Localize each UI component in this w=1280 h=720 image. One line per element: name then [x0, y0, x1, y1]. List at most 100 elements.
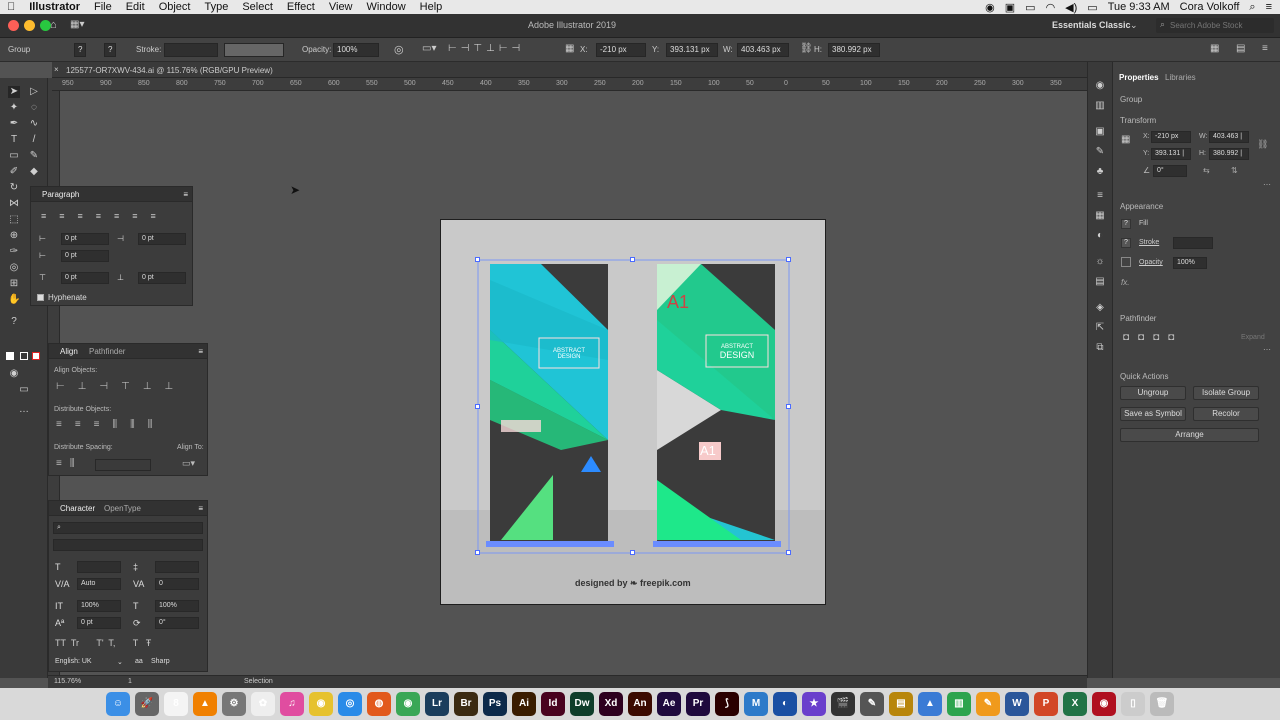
- camera-icon[interactable]: ▣: [1005, 1, 1015, 14]
- fill-color-icon[interactable]: [6, 352, 14, 360]
- align-objects-buttons[interactable]: ⊢⊥⊣⊤⊥⊥: [56, 381, 186, 392]
- link-icon[interactable]: ⛓: [1257, 139, 1268, 150]
- fill-swatch[interactable]: ?: [1121, 219, 1131, 229]
- dock-word-icon[interactable]: W: [1005, 692, 1029, 716]
- style-icon[interactable]: ◎: [394, 43, 404, 56]
- x-field[interactable]: -210 px: [1151, 131, 1191, 143]
- tab-opentype[interactable]: OpenType: [104, 504, 141, 513]
- dock-pages-icon[interactable]: ✎: [976, 692, 1000, 716]
- tab-properties[interactable]: Properties: [1119, 73, 1159, 82]
- menu-app[interactable]: Illustrator: [22, 1, 87, 13]
- selection-handle[interactable]: [475, 550, 480, 555]
- opacity-field[interactable]: 100%: [333, 43, 379, 57]
- menu-effect[interactable]: Effect: [280, 1, 322, 13]
- left-indent-field[interactable]: 0 pt: [61, 233, 109, 245]
- tab-align[interactable]: Align: [60, 347, 78, 356]
- stroke-swatch[interactable]: ?: [104, 43, 116, 57]
- color-guide-icon[interactable]: ✎: [1094, 146, 1106, 158]
- variable-width-profile[interactable]: [224, 43, 284, 57]
- menu-object[interactable]: Object: [152, 1, 198, 13]
- isolate-group-button[interactable]: Isolate Group: [1193, 386, 1259, 400]
- save-as-symbol-button[interactable]: Save as Symbol: [1120, 407, 1186, 421]
- angle-field[interactable]: 0°: [1153, 165, 1187, 177]
- layers-icon[interactable]: ◈: [1094, 302, 1106, 314]
- selection-handle[interactable]: [475, 404, 480, 409]
- curvature-tool-icon[interactable]: ∿: [28, 118, 40, 130]
- dock-illustrator-icon[interactable]: Ai: [512, 692, 536, 716]
- dock-keynote-icon[interactable]: ▲: [918, 692, 942, 716]
- drawing-mode-icon[interactable]: ◉: [8, 368, 20, 380]
- adobe-stock-search[interactable]: ⌕: [1156, 18, 1274, 33]
- line-tool-icon[interactable]: /: [28, 134, 40, 146]
- y-field[interactable]: 393.131 px: [666, 43, 718, 57]
- dock-photos-icon[interactable]: ✿: [251, 692, 275, 716]
- dock-xd-icon[interactable]: Xd: [599, 692, 623, 716]
- dock-compressor-icon[interactable]: ▤: [889, 692, 913, 716]
- chevron-down-icon[interactable]: ⌄: [117, 658, 123, 666]
- distribute-objects-buttons[interactable]: ≡≡≡⫼⫼⫼: [56, 419, 165, 430]
- none-color-icon[interactable]: [32, 352, 40, 360]
- link-icon[interactable]: ⛓: [800, 43, 813, 54]
- vertical-scale-field[interactable]: 100%: [77, 600, 121, 612]
- creative-cloud-icon[interactable]: ◉: [985, 1, 995, 14]
- selection-handle[interactable]: [630, 257, 635, 262]
- dock-launchpad-icon[interactable]: 🚀: [135, 692, 159, 716]
- dock-animate-icon[interactable]: An: [628, 692, 652, 716]
- fill-swatch[interactable]: ?: [74, 43, 86, 57]
- dock-excel-icon[interactable]: X: [1063, 692, 1087, 716]
- font-style-field[interactable]: [53, 539, 203, 551]
- tab-pathfinder[interactable]: Pathfinder: [89, 347, 125, 356]
- arrange-documents-icon[interactable]: ▦▾: [70, 19, 84, 30]
- dock-cyberduck-icon[interactable]: ◉: [309, 692, 333, 716]
- panel-menu-icon[interactable]: ≡: [198, 504, 203, 513]
- rectangle-tool-icon[interactable]: ▭: [8, 150, 20, 162]
- kerning-field[interactable]: Auto: [77, 578, 121, 590]
- chevron-down-icon[interactable]: ⌄: [1130, 20, 1138, 31]
- selection-handle[interactable]: [786, 257, 791, 262]
- swatches-icon[interactable]: ♣: [1094, 166, 1106, 178]
- dock-bridge-icon[interactable]: Br: [454, 692, 478, 716]
- clock[interactable]: Tue 9:33 AM: [1108, 1, 1170, 13]
- anti-alias-dropdown[interactable]: Sharp: [151, 658, 170, 665]
- panel-menu-icon[interactable]: ≡: [183, 190, 188, 199]
- battery-icon[interactable]: ▭: [1087, 1, 1097, 14]
- dock-photobooth-icon[interactable]: ◉: [1092, 692, 1116, 716]
- rotation-field[interactable]: 0°: [155, 617, 199, 629]
- free-transform-tool-icon[interactable]: ⬚: [8, 214, 20, 226]
- baseline-field[interactable]: 0 pt: [77, 617, 121, 629]
- opacity-field[interactable]: 100%: [1173, 257, 1207, 269]
- lasso-tool-icon[interactable]: ◌: [28, 102, 40, 114]
- dock-finder-icon[interactable]: ☺: [106, 692, 130, 716]
- menu-file[interactable]: File: [87, 1, 119, 13]
- selection-tool-icon[interactable]: ➤: [8, 86, 20, 98]
- tracking-field[interactable]: 0: [155, 578, 199, 590]
- close-tab-icon[interactable]: ×: [54, 65, 59, 74]
- selection-handle[interactable]: [475, 257, 480, 262]
- dock-motion-icon[interactable]: ✎: [860, 692, 884, 716]
- more-options-icon[interactable]: ⋯: [1263, 345, 1271, 354]
- edit-toolbar-icon[interactable]: …: [18, 404, 30, 416]
- dock-itunes-icon[interactable]: ♫: [280, 692, 304, 716]
- w-field[interactable]: 403.463 px: [737, 43, 789, 57]
- y-field[interactable]: 393.131 |: [1151, 148, 1191, 160]
- direct-selection-tool-icon[interactable]: ▷: [28, 86, 40, 98]
- stroke-color-icon[interactable]: [20, 352, 28, 360]
- small-caps-button[interactable]: Tr: [71, 638, 79, 648]
- menu-select[interactable]: Select: [235, 1, 280, 13]
- font-family-field[interactable]: ⌕: [53, 522, 203, 534]
- libraries-icon[interactable]: ▥: [1094, 100, 1106, 112]
- apple-icon[interactable]: : [0, 1, 22, 13]
- spotlight-icon[interactable]: ⌕: [1249, 1, 1255, 14]
- menu-edit[interactable]: Edit: [119, 1, 152, 13]
- menu-help[interactable]: Help: [413, 1, 450, 13]
- dock-numbers-icon[interactable]: ▥: [947, 692, 971, 716]
- font-size-field[interactable]: [77, 561, 121, 573]
- stroke-weight-field[interactable]: [164, 43, 218, 57]
- expand-button[interactable]: Expand: [1241, 334, 1265, 341]
- align-buttons[interactable]: ⊢⊣⊤⊥⊢⊣: [448, 43, 524, 54]
- horizontal-ruler[interactable]: 950 900 850 800 750 700 650 600 550 500 450 400 350 3…: [52, 78, 1087, 91]
- home-icon[interactable]: ⌂: [50, 19, 57, 31]
- document-tab[interactable]: 125577-OR7XWV-434.ai @ 115.76% (RGB/GPU …: [66, 66, 273, 75]
- selection-handle[interactable]: [630, 550, 635, 555]
- width-tool-icon[interactable]: ⋈: [8, 198, 20, 210]
